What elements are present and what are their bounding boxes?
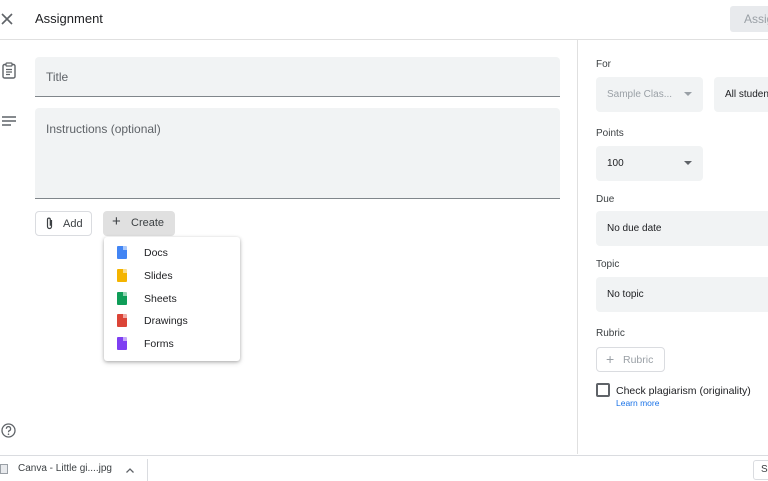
google-slides-icon — [117, 268, 127, 282]
due-select[interactable]: No due date — [596, 211, 768, 246]
instructions-input[interactable]: Instructions (optional) — [35, 108, 560, 199]
chevron-up-icon[interactable] — [125, 463, 135, 481]
menu-item-slides[interactable]: Slides — [104, 265, 240, 288]
create-button[interactable]: + Create — [103, 211, 175, 236]
instructions-placeholder: Instructions (optional) — [46, 122, 161, 136]
class-value: Sample Clas... — [607, 89, 673, 100]
add-rubric-button[interactable]: + Rubric — [596, 347, 665, 372]
due-value: No due date — [607, 223, 662, 234]
top-bar: Assignment Assign — [0, 0, 768, 40]
menu-item-label: Drawings — [144, 315, 188, 328]
menu-item-label: Sheets — [144, 292, 177, 305]
download-bar: Canva - Little gi....jpg S — [0, 455, 768, 481]
menu-item-label: Forms — [144, 338, 174, 351]
plagiarism-checkbox[interactable] — [596, 383, 610, 397]
class-select[interactable]: Sample Clas... — [596, 77, 703, 112]
menu-item-forms[interactable]: Forms — [104, 333, 240, 356]
image-file-icon — [0, 464, 8, 474]
topic-select[interactable]: No topic — [596, 277, 768, 312]
menu-item-sheets[interactable]: Sheets — [104, 288, 240, 311]
chevron-down-icon — [684, 161, 692, 165]
notes-icon — [2, 116, 16, 128]
menu-item-docs[interactable]: Docs — [104, 242, 240, 265]
add-label: Add — [63, 218, 83, 230]
rubric-button-label: Rubric — [623, 354, 654, 366]
plagiarism-label: Check plagiarism (originality) — [616, 385, 751, 397]
divider — [147, 459, 148, 481]
due-label: Due — [596, 194, 615, 205]
google-drawings-icon — [117, 314, 127, 328]
help-icon[interactable] — [1, 423, 16, 443]
download-file-name[interactable]: Canva - Little gi....jpg — [18, 463, 112, 474]
settings-panel: For Sample Clas... All studen Points 100… — [577, 40, 768, 454]
chevron-down-icon — [684, 92, 692, 96]
students-value: All studen — [725, 89, 768, 100]
google-forms-icon — [117, 337, 127, 351]
page-title: Assignment — [35, 11, 103, 26]
google-sheets-icon — [117, 291, 127, 305]
plus-icon: + — [606, 351, 615, 367]
show-all-button[interactable]: S — [753, 460, 768, 480]
clipboard-icon — [2, 62, 16, 79]
points-label: Points — [596, 128, 624, 139]
plus-icon: + — [112, 213, 121, 230]
menu-item-drawings[interactable]: Drawings — [104, 310, 240, 333]
paperclip-icon — [45, 217, 54, 233]
rubric-label: Rubric — [596, 328, 625, 339]
title-input[interactable]: Title — [35, 57, 560, 97]
title-placeholder: Title — [46, 70, 69, 84]
topic-value: No topic — [607, 289, 644, 300]
learn-more-link[interactable]: Learn more — [616, 398, 659, 408]
menu-item-label: Docs — [144, 247, 168, 259]
create-label: Create — [131, 217, 165, 229]
topic-label: Topic — [596, 259, 620, 270]
points-value: 100 — [607, 158, 624, 169]
points-select[interactable]: 100 — [596, 146, 703, 181]
google-docs-icon — [117, 246, 127, 259]
menu-item-label: Slides — [144, 269, 173, 282]
assign-button[interactable]: Assign — [730, 6, 768, 32]
add-button[interactable]: Add — [35, 211, 92, 236]
close-icon[interactable] — [0, 10, 16, 28]
for-label: For — [596, 59, 611, 70]
students-select[interactable]: All studen — [714, 77, 768, 112]
create-menu: Docs Slides Sheets Drawings Forms — [104, 237, 240, 361]
